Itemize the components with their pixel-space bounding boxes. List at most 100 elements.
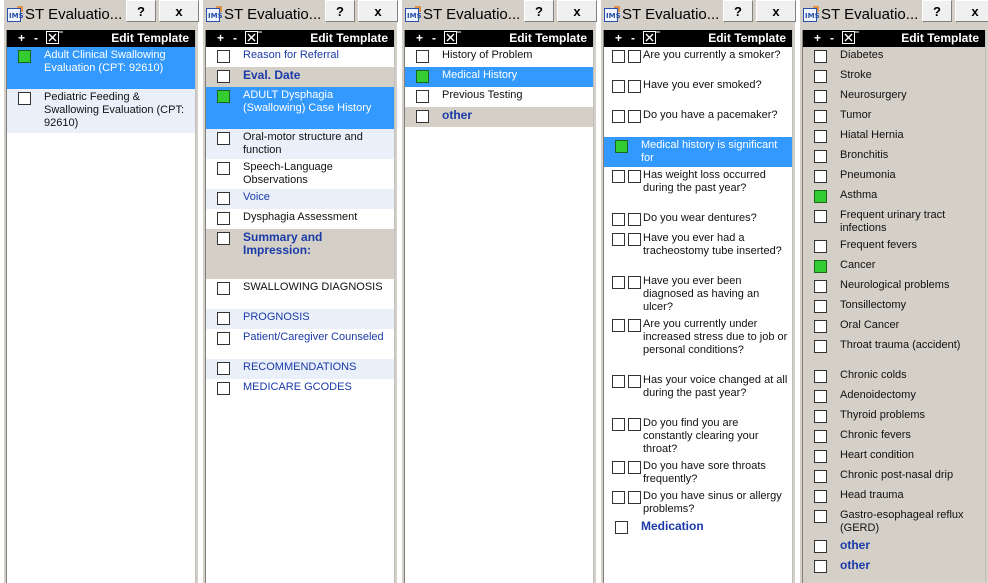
template-item[interactable]: PROGNOSIS [206, 309, 394, 329]
item-checkbox[interactable] [814, 450, 827, 463]
template-item[interactable]: Are you currently under increased stress… [604, 316, 792, 372]
yes-checkbox[interactable] [612, 170, 625, 183]
template-item[interactable]: Dysphagia Assessment [206, 209, 394, 229]
template-item[interactable]: Medical History [405, 67, 593, 87]
template-item[interactable]: Do you have sore throats frequently? [604, 458, 792, 488]
remove-item-button[interactable]: - [830, 31, 834, 45]
template-item[interactable]: Pneumonia [803, 167, 985, 187]
template-item[interactable]: Hiatal Hernia [803, 127, 985, 147]
template-item[interactable]: other [803, 557, 985, 577]
yes-checkbox[interactable] [612, 50, 625, 63]
template-item[interactable]: Do you have a pacemaker? [604, 107, 792, 137]
template-item[interactable]: Pediatric Feeding & Swallowing Evaluatio… [7, 89, 195, 133]
template-item[interactable]: Medication [604, 518, 792, 538]
item-checkbox[interactable] [416, 50, 429, 63]
edit-template-button[interactable]: Edit Template [708, 31, 786, 45]
close-button[interactable]: x [756, 0, 796, 22]
template-item[interactable]: MEDICARE GCODES [206, 379, 394, 399]
delete-box-icon[interactable] [842, 31, 860, 44]
item-checkbox[interactable] [217, 50, 230, 63]
item-checkbox[interactable] [814, 260, 827, 273]
remove-item-button[interactable]: - [631, 31, 635, 45]
template-item[interactable]: Asthma [803, 187, 985, 207]
item-checkbox[interactable] [814, 50, 827, 63]
item-checkbox[interactable] [217, 282, 230, 295]
template-item[interactable]: other [803, 537, 985, 557]
template-item[interactable]: Have you ever been diagnosed as having a… [604, 273, 792, 316]
template-item[interactable]: Chronic fevers [803, 427, 985, 447]
item-checkbox[interactable] [814, 410, 827, 423]
no-checkbox[interactable] [628, 233, 641, 246]
item-checkbox[interactable] [814, 370, 827, 383]
panel-titlebar[interactable]: IMS ST Evaluatio...? x [800, 0, 988, 30]
edit-template-button[interactable]: Edit Template [901, 31, 979, 45]
template-item[interactable]: Head trauma [803, 487, 985, 507]
panel-titlebar[interactable]: IMS ST Evaluatio...? x [601, 0, 796, 30]
no-checkbox[interactable] [628, 50, 641, 63]
add-item-button[interactable]: + [217, 31, 224, 45]
template-item[interactable]: Have you ever smoked? [604, 77, 792, 107]
yes-checkbox[interactable] [612, 461, 625, 474]
item-checkbox[interactable] [814, 470, 827, 483]
add-item-button[interactable]: + [814, 31, 821, 45]
item-checkbox[interactable] [615, 140, 628, 153]
template-item[interactable]: Eval. Date [206, 67, 394, 87]
no-checkbox[interactable] [628, 80, 641, 93]
panel-titlebar[interactable]: IMS ST Evaluatio...? x [402, 0, 597, 30]
template-item[interactable]: Stroke [803, 67, 985, 87]
help-button[interactable]: ? [922, 0, 952, 22]
add-item-button[interactable]: + [615, 31, 622, 45]
template-item[interactable]: Chronic post-nasal drip [803, 467, 985, 487]
template-item[interactable]: Frequent urinary tract infections [803, 207, 985, 237]
yes-checkbox[interactable] [612, 319, 625, 332]
delete-box-icon[interactable] [444, 31, 462, 44]
template-item[interactable]: Cancer [803, 257, 985, 277]
item-checkbox[interactable] [814, 280, 827, 293]
template-item[interactable]: Summary and Impression: [206, 229, 394, 279]
template-item[interactable]: SWALLOWING DIAGNOSIS [206, 279, 394, 309]
item-checkbox[interactable] [416, 110, 429, 123]
item-checkbox[interactable] [217, 90, 230, 103]
item-checkbox[interactable] [814, 90, 827, 103]
no-checkbox[interactable] [628, 110, 641, 123]
template-item[interactable]: Medical history is significant for [604, 137, 792, 167]
template-item[interactable]: other [405, 107, 593, 127]
yes-checkbox[interactable] [612, 491, 625, 504]
edit-template-button[interactable]: Edit Template [310, 31, 388, 45]
template-item[interactable]: Do you find you are constantly clearing … [604, 415, 792, 458]
template-item[interactable]: RECOMMENDATIONS [206, 359, 394, 379]
item-checkbox[interactable] [814, 70, 827, 83]
item-checkbox[interactable] [814, 110, 827, 123]
no-checkbox[interactable] [628, 213, 641, 226]
item-checkbox[interactable] [814, 390, 827, 403]
panel-titlebar[interactable]: IMS ST Evaluatio...? x [4, 0, 199, 30]
item-checkbox[interactable] [814, 540, 827, 553]
remove-item-button[interactable]: - [432, 31, 436, 45]
item-checkbox[interactable] [814, 510, 827, 523]
item-checkbox[interactable] [416, 90, 429, 103]
help-button[interactable]: ? [524, 0, 554, 22]
yes-checkbox[interactable] [612, 213, 625, 226]
item-checkbox[interactable] [814, 300, 827, 313]
edit-template-button[interactable]: Edit Template [509, 31, 587, 45]
delete-box-icon[interactable] [643, 31, 661, 44]
edit-template-button[interactable]: Edit Template [111, 31, 189, 45]
template-item[interactable]: Chronic colds [803, 367, 985, 387]
close-button[interactable]: x [159, 0, 199, 22]
help-button[interactable]: ? [325, 0, 355, 22]
template-item[interactable]: Do you have sinus or allergy problems? [604, 488, 792, 518]
item-checkbox[interactable] [217, 232, 230, 245]
remove-item-button[interactable]: - [233, 31, 237, 45]
item-checkbox[interactable] [615, 521, 628, 534]
no-checkbox[interactable] [628, 170, 641, 183]
no-checkbox[interactable] [628, 491, 641, 504]
help-button[interactable]: ? [723, 0, 753, 22]
no-checkbox[interactable] [628, 375, 641, 388]
close-button[interactable]: x [358, 0, 398, 22]
template-item[interactable]: Frequent fevers [803, 237, 985, 257]
template-item[interactable]: Reason for Referral [206, 47, 394, 67]
item-checkbox[interactable] [217, 382, 230, 395]
item-checkbox[interactable] [217, 132, 230, 145]
item-checkbox[interactable] [814, 340, 827, 353]
template-item[interactable]: ADULT Dysphagia (Swallowing) Case Histor… [206, 87, 394, 129]
